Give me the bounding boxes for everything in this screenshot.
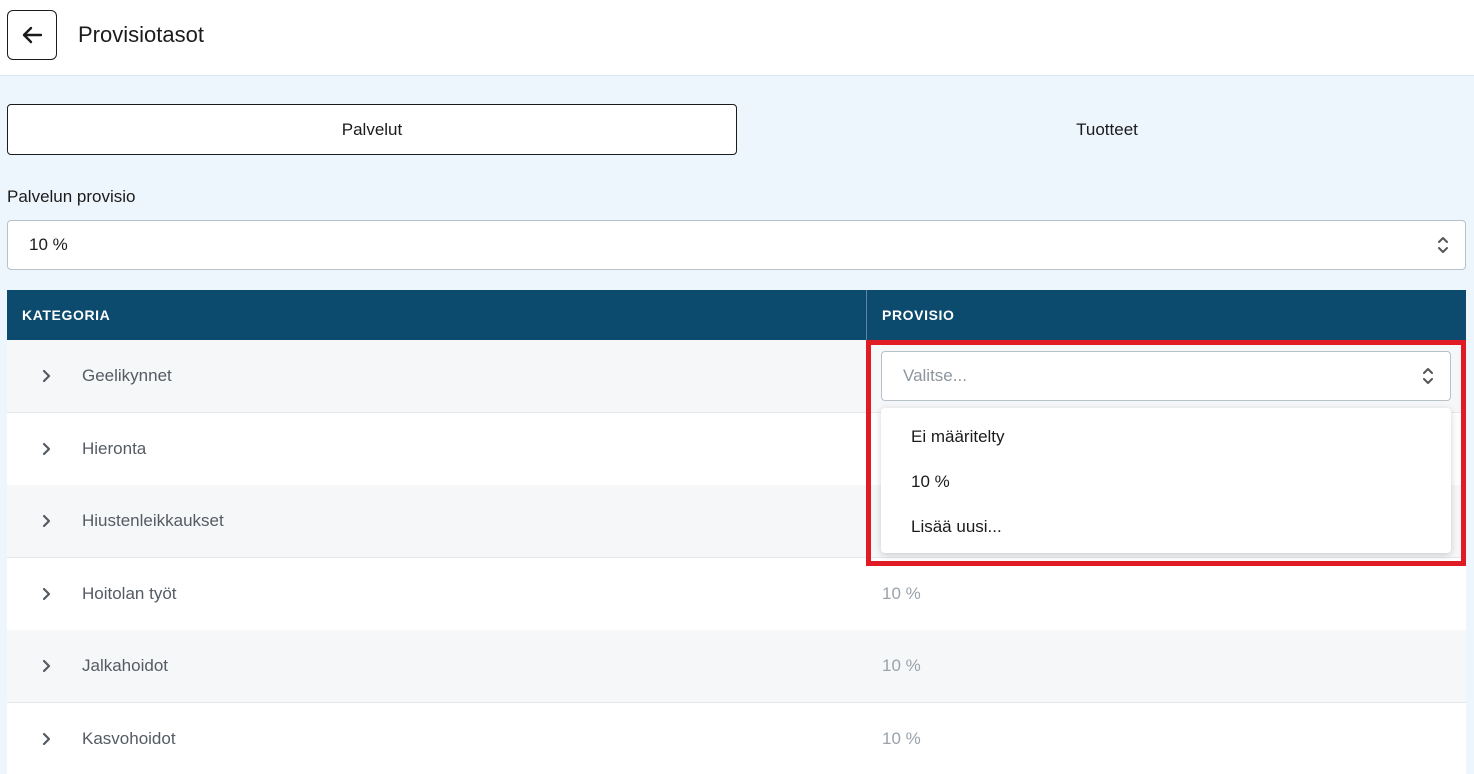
- category-name: Kasvohoidot: [82, 729, 176, 748]
- top-bar: Provisiotasot: [0, 0, 1474, 76]
- chevron-right-icon[interactable]: [37, 729, 57, 749]
- table-row[interactable]: Jalkahoidot 10 %: [7, 630, 1466, 703]
- table-header: KATEGORIA PROVISIO: [7, 290, 1466, 340]
- back-button[interactable]: [7, 10, 57, 60]
- chevron-up-down-icon: [1423, 368, 1433, 384]
- category-name: Geelikynnet: [82, 366, 172, 385]
- category-commission-select[interactable]: Valitse...: [881, 351, 1451, 401]
- chevron-right-icon[interactable]: [37, 511, 57, 531]
- chevron-right-icon[interactable]: [37, 584, 57, 604]
- service-commission-label: Palvelun provisio: [7, 187, 136, 206]
- chevron-right-icon[interactable]: [37, 656, 57, 676]
- service-commission-value: 10 %: [29, 235, 68, 254]
- select-placeholder: Valitse...: [903, 366, 967, 385]
- column-header-category: KATEGORIA: [22, 307, 111, 323]
- commission-value[interactable]: 10 %: [882, 656, 921, 676]
- category-name: Hoitolan työt: [82, 584, 177, 603]
- chevron-right-icon[interactable]: [37, 366, 57, 386]
- option-10-percent[interactable]: 10 %: [881, 459, 1451, 504]
- column-header-commission: PROVISIO: [882, 307, 955, 323]
- option-add-new[interactable]: Lisää uusi...: [881, 504, 1451, 549]
- commission-dropdown-menu: Ei määritelty 10 % Lisää uusi...: [881, 408, 1451, 553]
- category-name: Hiustenleikkaukset: [82, 511, 224, 530]
- chevron-up-down-icon: [1438, 237, 1448, 253]
- service-commission-select[interactable]: 10 %: [7, 220, 1466, 270]
- tab-palvelut[interactable]: Palvelut: [7, 104, 737, 155]
- arrow-left-icon: [22, 26, 43, 44]
- page-title: Provisiotasot: [78, 22, 204, 47]
- category-name: Hieronta: [82, 439, 147, 458]
- commission-value[interactable]: 10 %: [882, 729, 921, 749]
- table-row[interactable]: Hoitolan työt 10 %: [7, 558, 1466, 631]
- tab-tuotteet[interactable]: Tuotteet: [737, 104, 1474, 155]
- column-divider: [866, 290, 867, 340]
- commission-value[interactable]: 10 %: [882, 584, 921, 604]
- category-name: Jalkahoidot: [82, 656, 169, 675]
- table-row[interactable]: Kasvohoidot 10 %: [7, 703, 1466, 774]
- chevron-right-icon[interactable]: [37, 439, 57, 459]
- option-not-defined[interactable]: Ei määritelty: [881, 414, 1451, 459]
